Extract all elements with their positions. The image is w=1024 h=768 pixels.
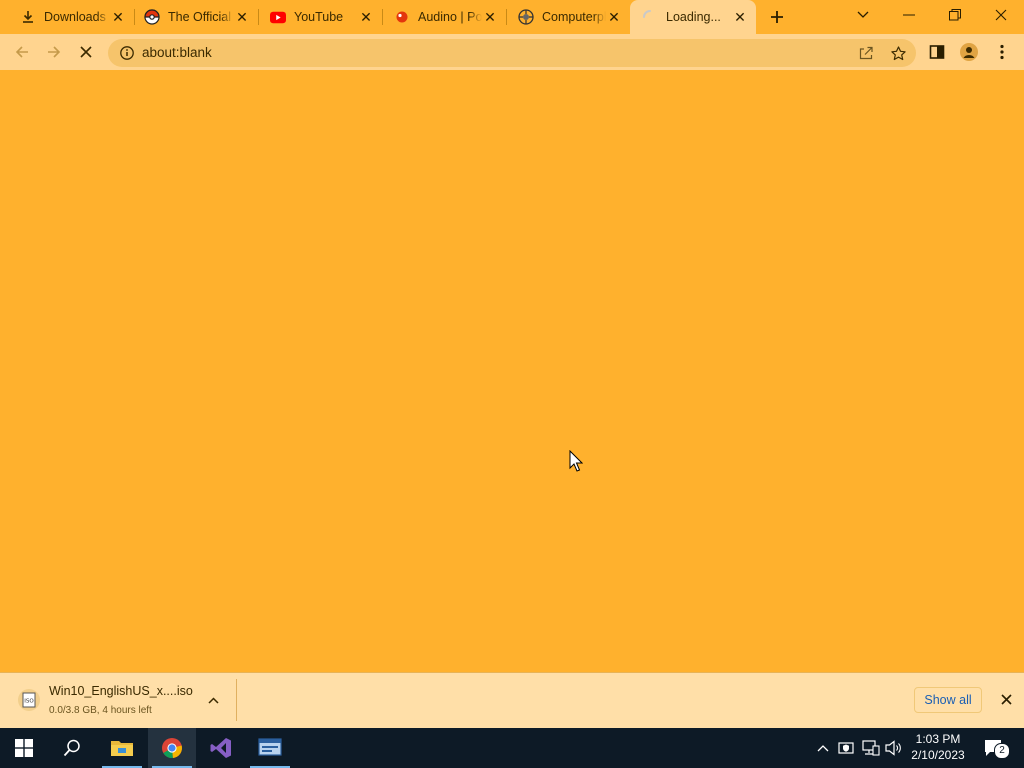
download-filename[interactable]: Win10_EnglishUS_x....iso	[49, 684, 193, 698]
defender-icon	[838, 742, 854, 754]
tab-pokemon-official[interactable]: The Official Pokémon Website ✕	[134, 0, 258, 34]
taskbar-app[interactable]	[246, 728, 294, 768]
close-icon[interactable]: ✕	[482, 9, 498, 25]
clock-time: 1:03 PM	[915, 732, 961, 746]
close-icon[interactable]: ✕	[110, 9, 126, 25]
new-tab-button[interactable]	[766, 6, 788, 28]
address-bar[interactable]: about:blank	[108, 39, 916, 67]
close-icon[interactable]: ✕	[358, 9, 374, 25]
stop-icon	[80, 46, 92, 58]
youtube-icon	[270, 9, 286, 25]
tray-network-icon[interactable]	[860, 728, 882, 768]
back-button[interactable]	[10, 40, 34, 64]
show-hidden-icons-button[interactable]	[814, 728, 832, 768]
tab-strip: Downloads ✕ The Official Pokémon Website…	[0, 0, 1024, 34]
profile-icon	[960, 43, 978, 61]
tab-title: Downloads	[44, 10, 106, 24]
loading-spinner-icon	[642, 9, 658, 25]
tab-title: The Official Pokémon Website	[168, 10, 234, 24]
action-center-button[interactable]: 2	[980, 728, 1010, 768]
tab-downloads[interactable]: Downloads ✕	[0, 0, 134, 34]
arrow-right-icon	[48, 46, 61, 58]
restore-button[interactable]	[941, 4, 969, 26]
mouse-cursor-icon	[569, 449, 584, 477]
bookmark-star-icon[interactable]	[889, 44, 907, 62]
close-icon	[1000, 693, 1012, 705]
menu-button[interactable]	[990, 40, 1014, 64]
share-icon[interactable]	[857, 44, 875, 62]
tab-audino[interactable]: Audino | Pokédex ✕	[382, 0, 506, 34]
arrow-left-icon	[15, 46, 28, 58]
close-icon[interactable]: ✕	[234, 9, 250, 25]
clock-date: 2/10/2023	[911, 748, 965, 762]
pokemon-icon	[394, 9, 410, 25]
svg-text:ISO: ISO	[24, 699, 34, 705]
tab-search-button[interactable]	[849, 4, 877, 26]
close-icon	[995, 9, 1007, 21]
iso-file-icon[interactable]: ISO	[17, 688, 41, 712]
address-url[interactable]: about:blank	[142, 45, 212, 60]
tab-title: Computerphile	[542, 10, 606, 24]
page-content[interactable]	[0, 70, 1024, 672]
app-window-icon	[258, 738, 282, 756]
minimize-button[interactable]	[895, 4, 923, 26]
tab-loading[interactable]: Loading... ✕	[630, 0, 756, 34]
close-shelf-button[interactable]	[996, 689, 1016, 709]
download-status: 0.0/3.8 GB, 4 hours left	[49, 705, 152, 716]
side-panel-button[interactable]	[925, 40, 949, 64]
site-icon	[518, 9, 534, 25]
tab-computerphile[interactable]: Computerphile ✕	[506, 0, 630, 34]
search-button[interactable]	[48, 728, 96, 768]
start-button[interactable]	[0, 728, 48, 768]
taskbar-visual-studio[interactable]	[197, 728, 245, 768]
info-icon[interactable]	[118, 44, 136, 62]
taskbar-chrome[interactable]	[148, 728, 196, 768]
side-panel-icon	[929, 45, 945, 59]
download-shelf: ISO Win10_EnglishUS_x....iso 0.0/3.8 GB,…	[0, 672, 1024, 728]
windows-logo-icon	[15, 739, 33, 757]
search-icon	[63, 739, 80, 757]
pokeball-icon	[144, 9, 160, 25]
minimize-icon	[903, 14, 915, 16]
show-all-button[interactable]: Show all	[914, 687, 982, 713]
kebab-menu-icon	[1000, 44, 1004, 60]
taskbar-file-explorer[interactable]	[98, 728, 146, 768]
chrome-icon	[162, 738, 182, 759]
close-window-button[interactable]	[987, 4, 1015, 26]
close-icon[interactable]: ✕	[732, 9, 748, 25]
plus-icon	[771, 11, 783, 23]
tab-title: Audino | Pokédex	[418, 10, 482, 24]
windows-taskbar: 1:03 PM 2/10/2023 2	[0, 728, 1024, 768]
download-options-button[interactable]	[204, 691, 222, 709]
visual-studio-icon	[210, 738, 231, 758]
notification-count-badge: 2	[994, 743, 1010, 759]
folder-icon	[111, 741, 133, 756]
tab-title: YouTube	[294, 10, 344, 24]
profile-button[interactable]	[957, 40, 981, 64]
tab-title: Loading...	[666, 10, 721, 24]
forward-button[interactable]	[42, 40, 66, 64]
tray-security-icon[interactable]	[836, 728, 856, 768]
restore-icon	[949, 9, 961, 21]
chevron-up-icon	[207, 696, 219, 704]
divider	[236, 679, 237, 721]
taskbar-clock[interactable]: 1:03 PM 2/10/2023	[900, 731, 976, 763]
chevron-down-icon	[857, 11, 869, 18]
tab-youtube[interactable]: YouTube ✕	[258, 0, 382, 34]
chevron-up-icon	[817, 745, 829, 752]
close-icon[interactable]: ✕	[606, 9, 622, 25]
network-icon	[862, 740, 880, 756]
download-icon	[20, 9, 36, 25]
stop-loading-button[interactable]	[74, 40, 98, 64]
